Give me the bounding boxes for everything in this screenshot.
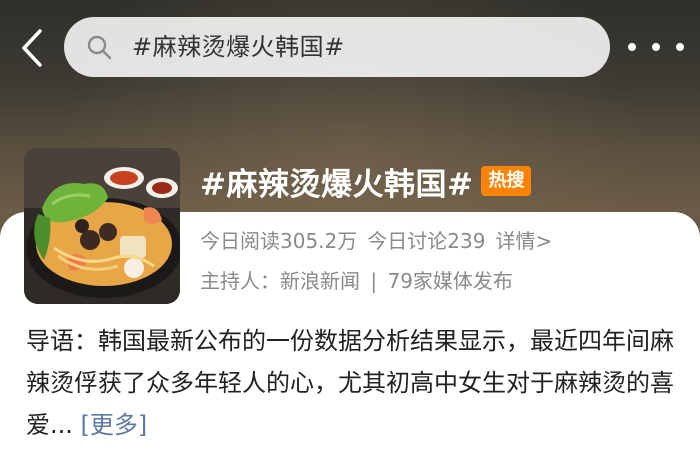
host-info: 主持人：新浪新闻 | 79家媒体发布 bbox=[200, 266, 513, 296]
host-name[interactable]: 新浪新闻 bbox=[280, 269, 360, 293]
media-count[interactable]: 79家媒体发布 bbox=[387, 269, 512, 293]
more-options-button[interactable] bbox=[628, 34, 684, 60]
details-link[interactable]: 详情> bbox=[495, 229, 552, 253]
topic-intro: 导语：韩国最新公布的一份数据分析结果显示，最近四年间麻辣烫俘获了众多年轻人的心，… bbox=[26, 320, 676, 446]
discussions-count: 今日讨论239 bbox=[367, 229, 486, 253]
topic-title: #麻辣烫爆火韩国# bbox=[200, 166, 474, 203]
host-label: 主持人： bbox=[200, 269, 280, 293]
topic-stats: 今日阅读305.2万 今日讨论239 详情> bbox=[200, 226, 552, 256]
chevron-left-icon bbox=[22, 29, 42, 67]
hot-search-badge: 热搜 bbox=[481, 166, 532, 196]
more-dot bbox=[676, 43, 684, 51]
more-dots-icon bbox=[628, 43, 636, 51]
malatang-image bbox=[24, 148, 180, 304]
search-bar[interactable]: #麻辣烫爆火韩国# bbox=[64, 17, 610, 77]
top-bar: #麻辣烫爆火韩国# bbox=[0, 0, 700, 96]
topic-thumbnail[interactable] bbox=[24, 148, 180, 304]
search-icon bbox=[87, 35, 112, 60]
more-dot bbox=[652, 43, 660, 51]
more-link[interactable]: [更多] bbox=[81, 411, 148, 439]
host-divider: | bbox=[370, 269, 378, 293]
reads-count: 今日阅读305.2万 bbox=[200, 229, 358, 253]
topic-page: #麻辣烫爆火韩国# #麻辣烫爆火韩国# 热搜 今日阅读305.2万 今日讨论23… bbox=[0, 0, 700, 468]
search-query[interactable]: #麻辣烫爆火韩国# bbox=[132, 17, 345, 77]
back-button[interactable] bbox=[12, 26, 52, 70]
topic-title-row: #麻辣烫爆火韩国# 热搜 bbox=[200, 158, 532, 204]
